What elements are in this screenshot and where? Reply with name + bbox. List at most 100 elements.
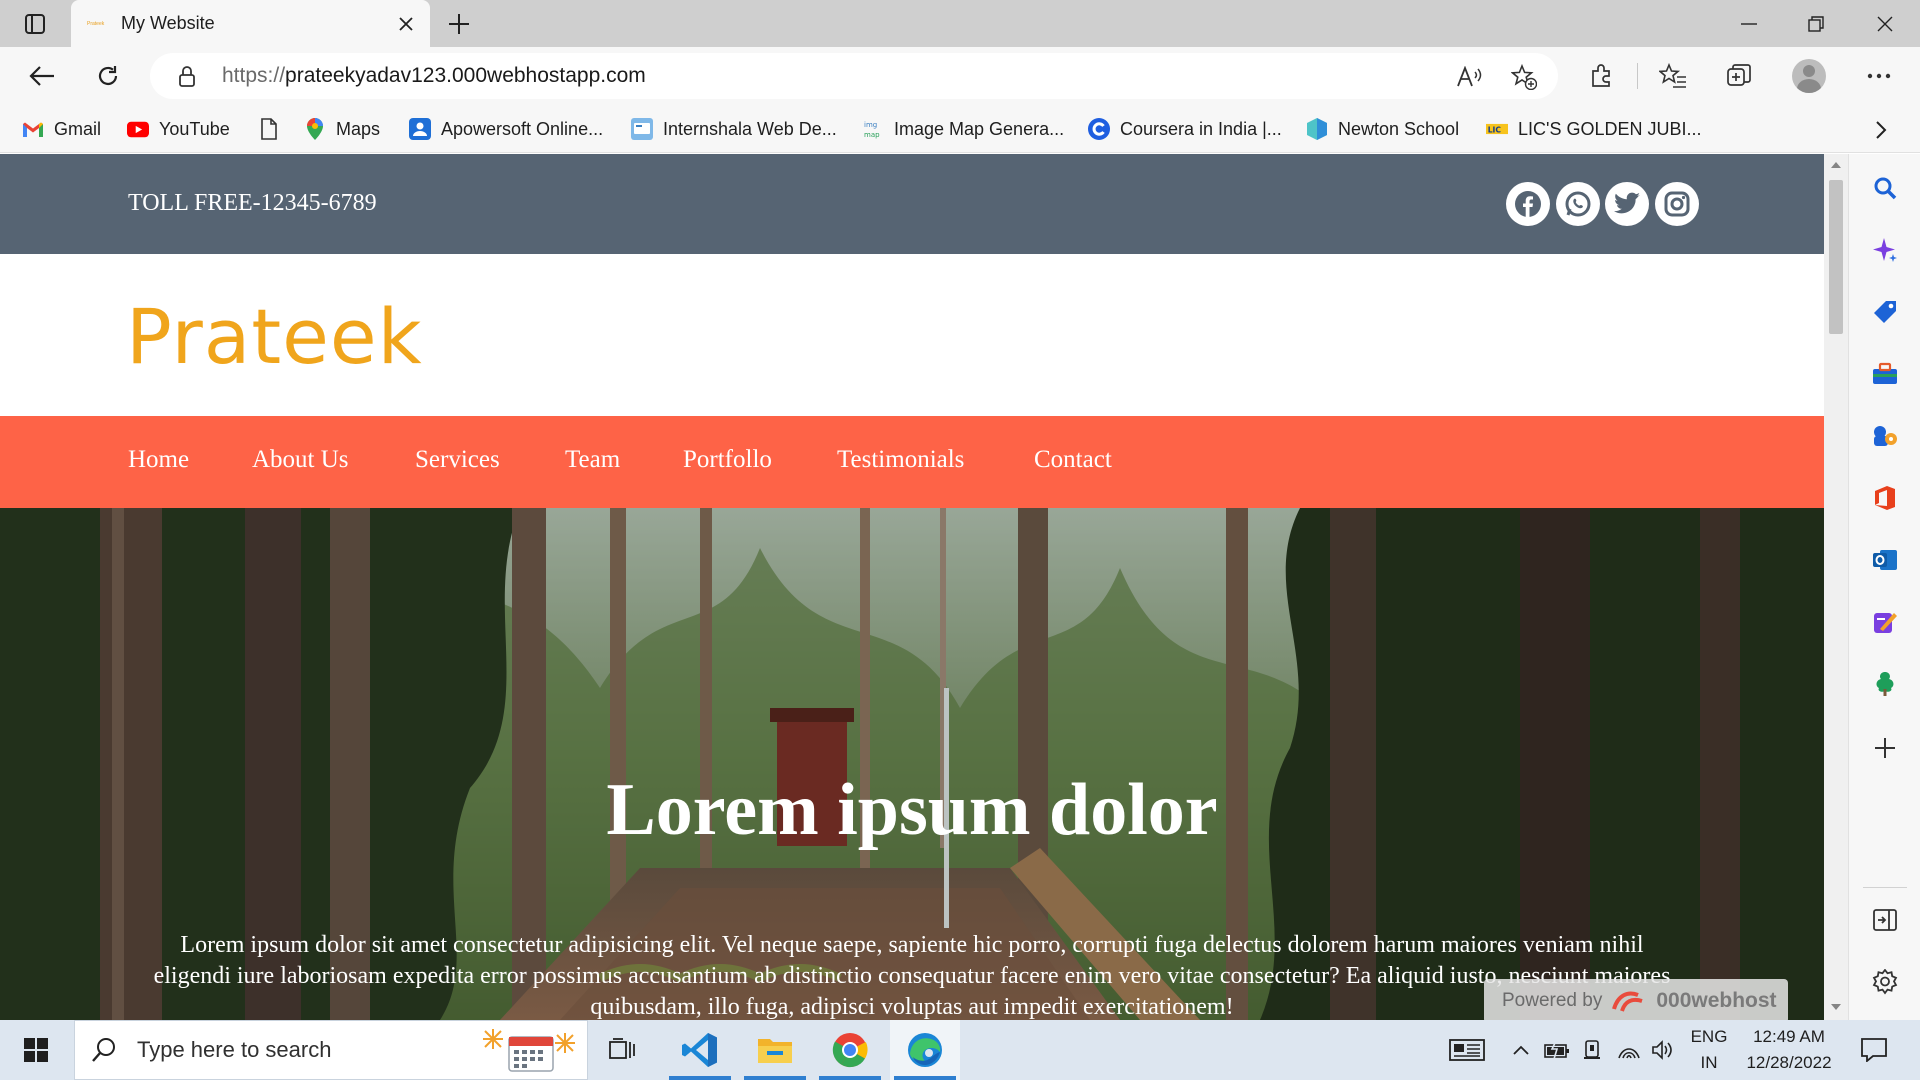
menu-home[interactable]: Home [128,446,189,474]
lock-icon[interactable] [176,65,198,87]
url-text[interactable]: https://prateekyadav123.000webhostapp.co… [222,64,646,88]
minimize-icon[interactable] [1714,0,1784,47]
close-window-icon[interactable] [1850,0,1920,47]
taskbar-search-box[interactable]: Type here to search [74,1020,588,1080]
address-bar[interactable]: https://prateekyadav123.000webhostapp.co… [150,53,1558,99]
logo-area: Prateek [0,254,1824,416]
show-hidden-icons-icon[interactable] [1506,1020,1536,1080]
image-map-icon: img map [862,118,884,140]
page-scrollbar[interactable] [1824,154,1848,1020]
search-icon [92,1038,115,1062]
chevron-right-icon[interactable] [1868,117,1894,143]
vscode-icon[interactable] [665,1020,735,1080]
search-placeholder: Type here to search [137,1037,332,1062]
instagram-icon[interactable] [1655,182,1699,226]
browser-tab[interactable]: Prateek My Website [71,0,430,47]
sidebar-outlook-icon[interactable] [1871,546,1899,574]
sidebar-games-icon[interactable] [1871,422,1899,450]
file-explorer-icon[interactable] [740,1020,810,1080]
restore-icon[interactable] [1781,0,1851,47]
bookmark-image-map[interactable]: img map Image Map Genera... [862,115,1064,143]
site-logo[interactable]: Prateek [126,292,423,381]
bookmark-apowersoft[interactable]: Apowersoft Online... [409,115,603,143]
edge-icon[interactable] [890,1020,960,1080]
wifi-icon[interactable] [1612,1020,1646,1080]
edge-sidebar [1848,154,1920,1020]
bookmark-page[interactable] [258,115,280,143]
lic-icon: LIC [1486,118,1508,140]
menu-services[interactable]: Services [415,446,500,474]
sidebar-tools-icon[interactable] [1871,360,1899,388]
sidebar-add-icon[interactable] [1871,734,1899,762]
sidebar-settings-icon[interactable] [1871,968,1899,996]
menu-contact[interactable]: Contact [1034,446,1112,474]
refresh-icon[interactable] [88,56,128,96]
newton-icon [1306,118,1328,140]
scroll-up-icon[interactable] [1830,160,1842,170]
menu-team[interactable]: Team [565,446,620,474]
bookmark-internshala[interactable]: Internshala Web De... [631,115,837,143]
bookmark-coursera[interactable]: Coursera in India |... [1088,115,1282,143]
scroll-down-icon[interactable] [1830,1002,1842,1012]
hero-text: Lorem ipsum dolor sit amet consectetur a… [153,932,1671,1020]
bookmark-lic[interactable]: LIC LIC'S GOLDEN JUBI... [1486,115,1701,143]
favorites-icon[interactable] [1656,59,1690,93]
bookmark-maps[interactable]: Maps [304,115,380,143]
twitter-icon[interactable] [1605,182,1649,226]
windows-start-icon[interactable] [12,1030,60,1070]
extensions-icon[interactable] [1584,59,1618,93]
powered-by-brand: 000webhost [1656,989,1777,1012]
scroll-thumb[interactable] [1829,180,1843,334]
bookmark-youtube[interactable]: YouTube [127,115,230,143]
sidebar-tree-icon[interactable] [1871,670,1899,698]
sidebar-shopping-icon[interactable] [1871,298,1899,326]
gmail-icon [22,118,44,140]
facebook-icon[interactable] [1506,182,1550,226]
notifications-icon[interactable] [1852,1020,1896,1080]
sidebar-office-icon[interactable] [1871,484,1899,512]
profile-avatar[interactable] [1792,59,1826,93]
tab-title: My Website [121,13,215,33]
page-icon [258,118,280,140]
powered-by-badge[interactable]: Powered by 000webhost [1484,979,1788,1020]
news-widget-icon[interactable] [1442,1020,1492,1080]
device-icon[interactable] [1576,1020,1610,1080]
task-view-icon[interactable] [588,1020,658,1080]
bookmark-newton-school[interactable]: Newton School [1306,115,1459,143]
menu-testimonials[interactable]: Testimonials [837,446,964,474]
tab-actions-icon[interactable] [14,10,56,38]
bookmark-gmail[interactable]: Gmail [22,115,101,143]
main-menu: Home About Us Services Team Portfollo Te… [0,416,1824,508]
toll-free-text: TOLL FREE-12345-6789 [128,190,377,216]
000webhost-logo-icon [1612,989,1646,1013]
new-tab-button[interactable] [444,10,474,38]
more-menu-icon[interactable] [1862,59,1896,93]
toolbar-divider [1637,63,1638,89]
battery-icon[interactable] [1540,1020,1574,1080]
windows-taskbar: Type here to search ENG IN 12:49 AM 12/2… [0,1020,1920,1080]
svg-text:LIC: LIC [1488,125,1502,134]
back-icon[interactable] [22,56,62,96]
read-aloud-icon[interactable] [1456,63,1484,91]
sidebar-designer-icon[interactable] [1871,608,1899,636]
navigation-bar: https://prateekyadav123.000webhostapp.co… [0,47,1920,105]
coursera-icon [1088,118,1110,140]
svg-text:img: img [864,121,877,129]
chrome-icon[interactable] [815,1020,885,1080]
sidebar-search-icon[interactable] [1871,174,1899,202]
close-tab-icon[interactable] [396,14,416,34]
apowersoft-icon [409,118,431,140]
whatsapp-icon[interactable] [1556,182,1600,226]
language-indicator[interactable]: ENG IN [1688,1024,1730,1076]
clock[interactable]: 12:49 AM 12/28/2022 [1734,1024,1844,1076]
collections-icon[interactable] [1722,59,1756,93]
sidebar-discover-icon[interactable] [1871,236,1899,264]
menu-portfolio[interactable]: Portfollo [683,446,772,474]
add-favorite-icon[interactable] [1510,63,1538,91]
bookmarks-bar: Gmail YouTube Maps Apowersoft Online... … [0,105,1920,153]
hero-title: Lorem ipsum dolor [606,769,1218,851]
menu-about-us[interactable]: About Us [252,446,349,474]
sidebar-hide-icon[interactable] [1871,906,1899,934]
volume-icon[interactable] [1646,1020,1680,1080]
internshala-icon [631,118,653,140]
